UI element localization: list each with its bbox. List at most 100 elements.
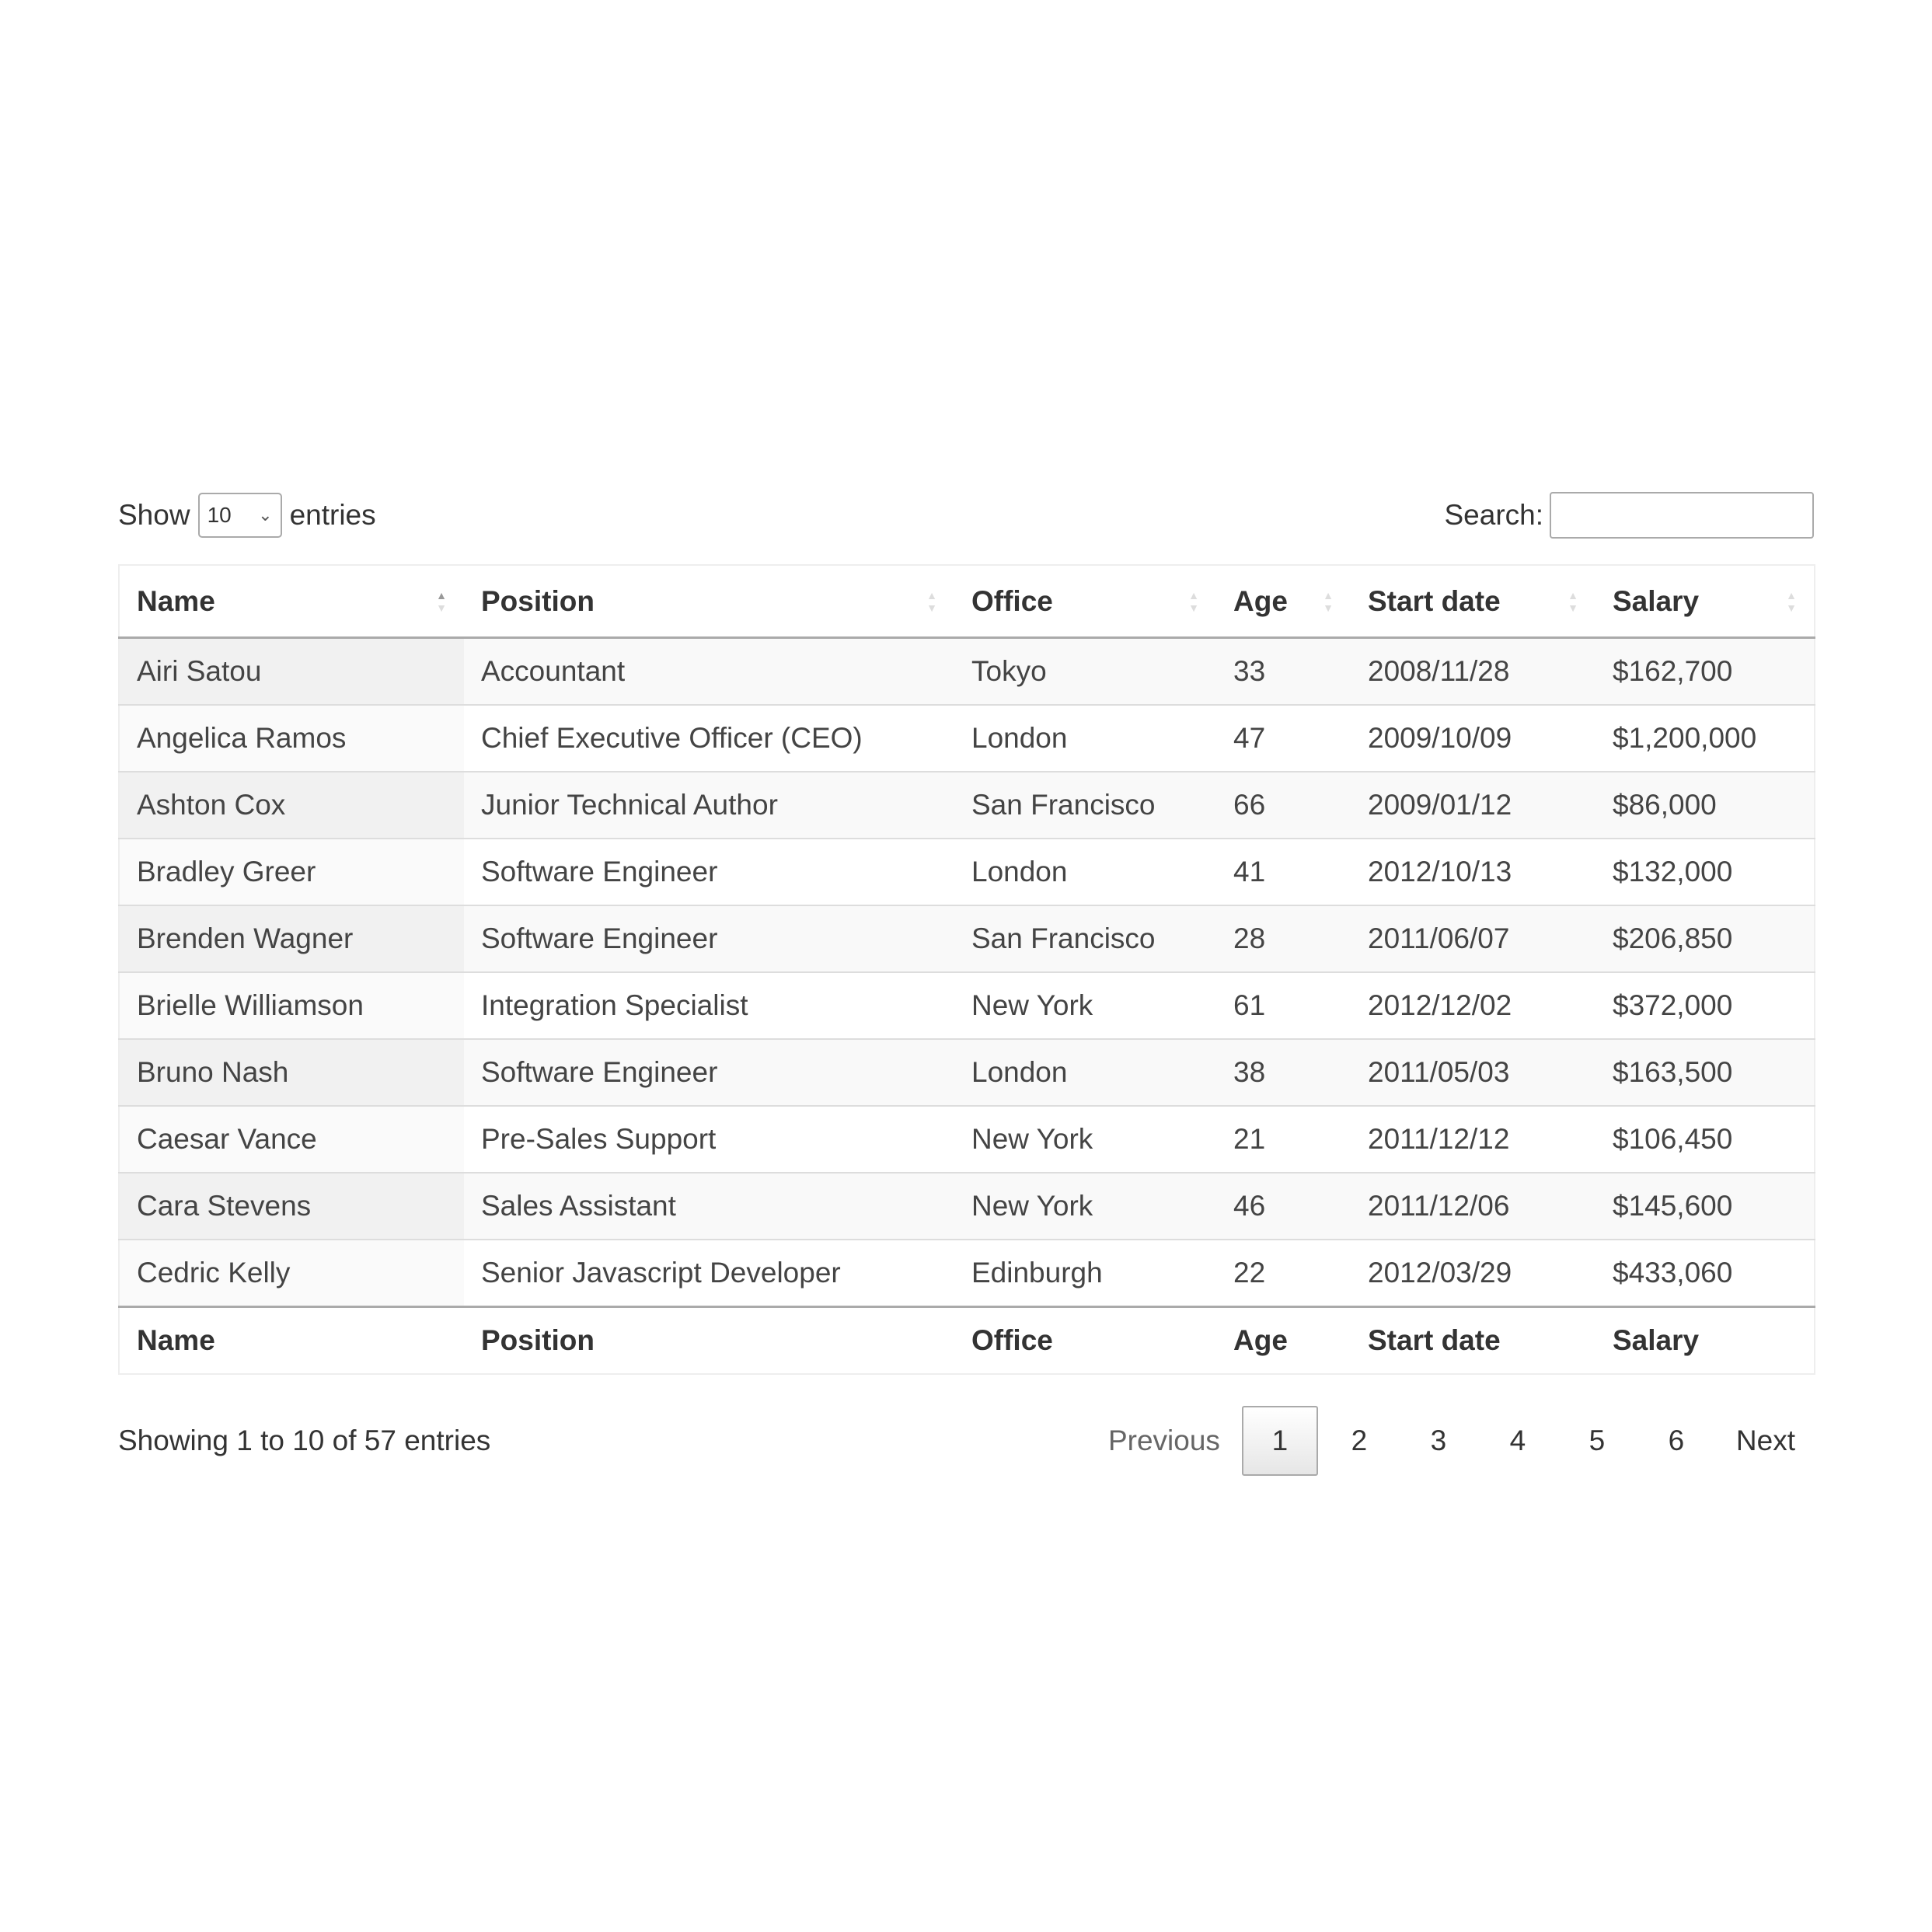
cell-age: 21 [1216, 1105, 1351, 1173]
cell-age: 66 [1216, 771, 1351, 839]
page-button-5[interactable]: 5 [1559, 1406, 1635, 1476]
cell-office: New York [954, 971, 1216, 1039]
column-header-office[interactable]: Office ▲ ▼ [954, 565, 1216, 639]
column-footer-name: Name [119, 1306, 464, 1374]
cell-position: Software Engineer [464, 905, 954, 972]
cell-salary: $86,000 [1595, 771, 1815, 839]
cell-start-date: 2009/10/09 [1351, 704, 1595, 772]
sort-icon: ▲ ▼ [1568, 588, 1578, 614]
cell-salary: $433,060 [1595, 1239, 1815, 1307]
cell-office: London [954, 704, 1216, 772]
entries-label: entries [289, 499, 376, 531]
cell-salary: $206,850 [1595, 905, 1815, 972]
cell-name: Ashton Cox [119, 771, 464, 839]
page-button-4[interactable]: 4 [1480, 1406, 1556, 1476]
cell-position: Chief Executive Officer (CEO) [464, 704, 954, 772]
search-input[interactable] [1550, 492, 1814, 539]
cell-office: London [954, 1038, 1216, 1106]
cell-start-date: 2012/10/13 [1351, 838, 1595, 905]
table-row: Ashton Cox Junior Technical Author San Fra… [119, 771, 1815, 839]
table-footer-controls: Showing 1 to 10 of 57 entries Previous 1… [118, 1406, 1814, 1476]
cell-name: Cedric Kelly [119, 1239, 464, 1307]
column-header-label: Office [971, 584, 1053, 617]
cell-name: Bruno Nash [119, 1038, 464, 1106]
column-header-label: Name [137, 584, 215, 617]
cell-position: Pre-Sales Support [464, 1105, 954, 1173]
cell-start-date: 2008/11/28 [1351, 637, 1595, 705]
table-row: Caesar Vance Pre-Sales Support New York 21 2… [119, 1105, 1815, 1173]
page-button-6[interactable]: 6 [1638, 1406, 1714, 1476]
cell-start-date: 2011/12/12 [1351, 1105, 1595, 1173]
search-box: Search: [1444, 492, 1814, 539]
sort-icon: ▲ ▼ [1188, 588, 1199, 614]
cell-salary: $145,600 [1595, 1172, 1815, 1240]
table-info: Showing 1 to 10 of 57 entries [118, 1425, 491, 1456]
search-label: Search: [1444, 499, 1543, 531]
cell-start-date: 2011/12/06 [1351, 1172, 1595, 1240]
cell-salary: $372,000 [1595, 971, 1815, 1039]
footer-row: Name Position Office Age Start date Salary [119, 1306, 1815, 1374]
cell-office: London [954, 838, 1216, 905]
cell-position: Junior Technical Author [464, 771, 954, 839]
page-button-3[interactable]: 3 [1400, 1406, 1477, 1476]
cell-salary: $132,000 [1595, 838, 1815, 905]
column-footer-start-date: Start date [1351, 1306, 1595, 1374]
cell-office: San Francisco [954, 771, 1216, 839]
column-header-start-date[interactable]: Start date ▲ ▼ [1351, 565, 1595, 639]
page-button-2[interactable]: 2 [1321, 1406, 1397, 1476]
column-header-age[interactable]: Age ▲ ▼ [1216, 565, 1351, 639]
cell-salary: $106,450 [1595, 1105, 1815, 1173]
cell-office: Tokyo [954, 637, 1216, 705]
cell-office: New York [954, 1172, 1216, 1240]
sort-icon: ▲ ▼ [1786, 588, 1797, 614]
cell-age: 33 [1216, 637, 1351, 705]
table-row: Bradley Greer Software Engineer London 41 20… [119, 838, 1815, 905]
cell-start-date: 2011/05/03 [1351, 1038, 1595, 1106]
entries-per-page-value: 10 [207, 503, 232, 527]
table-row: Brenden Wagner Software Engineer San Franc… [119, 905, 1815, 972]
column-header-salary[interactable]: Salary ▲ ▼ [1595, 565, 1815, 639]
cell-position: Software Engineer [464, 838, 954, 905]
cell-position: Accountant [464, 637, 954, 705]
cell-name: Airi Satou [119, 637, 464, 705]
table-row: Brielle Williamson Integration Specialist… [119, 971, 1815, 1039]
column-header-position[interactable]: Position ▲ ▼ [464, 565, 954, 639]
column-header-label: Start date [1368, 584, 1501, 617]
cell-office: New York [954, 1105, 1216, 1173]
cell-salary: $1,200,000 [1595, 704, 1815, 772]
cell-age: 46 [1216, 1172, 1351, 1240]
show-label: Show [118, 499, 190, 531]
column-header-label: Position [481, 584, 595, 617]
table-row: Bruno Nash Software Engineer London 38 2011/… [119, 1038, 1815, 1106]
column-header-name[interactable]: Name ▲ ▼ [119, 565, 464, 639]
cell-position: Integration Specialist [464, 971, 954, 1039]
cell-salary: $163,500 [1595, 1038, 1815, 1106]
pagination: Previous 1 2 3 4 5 6 Next [1086, 1406, 1814, 1476]
cell-age: 61 [1216, 971, 1351, 1039]
cell-office: San Francisco [954, 905, 1216, 972]
chevron-down-icon: ⌄ [258, 505, 273, 525]
cell-salary: $162,700 [1595, 637, 1815, 705]
cell-name: Caesar Vance [119, 1105, 464, 1173]
table-row: Airi Satou Accountant Tokyo 33 2008/11/28 $16… [119, 637, 1815, 705]
cell-age: 41 [1216, 838, 1351, 905]
table-controls: Show 10 ⌄ entries Search: [118, 490, 1814, 541]
cell-name: Bradley Greer [119, 838, 464, 905]
cell-position: Software Engineer [464, 1038, 954, 1106]
column-header-label: Age [1233, 584, 1288, 617]
column-footer-salary: Salary [1595, 1306, 1815, 1374]
next-button[interactable]: Next [1718, 1406, 1814, 1476]
cell-name: Cara Stevens [119, 1172, 464, 1240]
cell-start-date: 2012/12/02 [1351, 971, 1595, 1039]
cell-position: Senior Javascript Developer [464, 1239, 954, 1307]
entries-per-page-select[interactable]: 10 ⌄ [197, 493, 282, 538]
sort-icon: ▲ ▼ [436, 588, 447, 614]
cell-start-date: 2009/01/12 [1351, 771, 1595, 839]
cell-age: 47 [1216, 704, 1351, 772]
data-table: Name ▲ ▼ Position ▲ ▼ Office ▲ ▼ Age ▲ ▼ Start date ▲… [118, 564, 1815, 1375]
length-menu: Show 10 ⌄ entries [118, 493, 376, 538]
cell-name: Angelica Ramos [119, 704, 464, 772]
page-button-1[interactable]: 1 [1241, 1406, 1318, 1476]
datatable-wrapper: Show 10 ⌄ entries Search: Name ▲ ▼ Position… [118, 490, 1815, 1476]
previous-button[interactable]: Previous [1090, 1406, 1239, 1476]
